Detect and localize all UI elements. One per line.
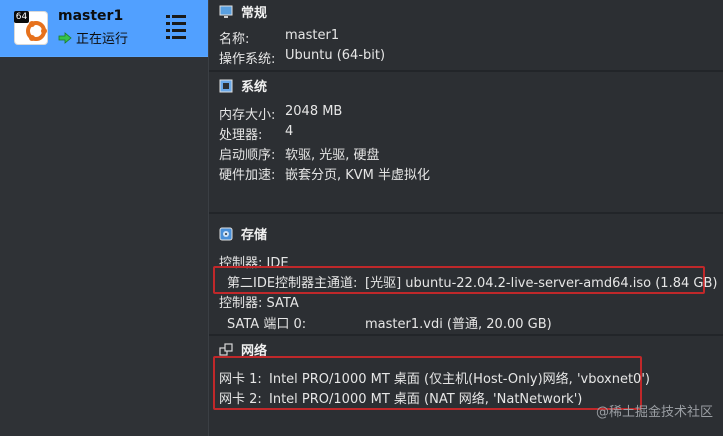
sata-port-label: SATA 端口 0: bbox=[227, 317, 307, 332]
storage-section-header[interactable]: 存储 bbox=[219, 224, 267, 243]
running-arrow-icon bbox=[58, 32, 72, 44]
vm-name: master1 bbox=[58, 8, 124, 24]
os-label: 操作系统: bbox=[219, 52, 276, 67]
vm-list-panel: 64 master1 正在运行 bbox=[0, 0, 209, 436]
arch-badge: 64 bbox=[14, 11, 29, 23]
system-title: 系统 bbox=[241, 80, 268, 95]
boot-order-label: 启动顺序: bbox=[219, 148, 276, 163]
storage-title: 存储 bbox=[241, 228, 268, 243]
details-panel: 常规 名称: master1 操作系统: Ubuntu (64-bit) 系统 … bbox=[209, 0, 723, 436]
details-menu-icon[interactable] bbox=[165, 13, 187, 39]
acceleration-label: 硬件加速: bbox=[219, 168, 276, 183]
memory-label: 内存大小: bbox=[219, 108, 276, 123]
monitor-icon bbox=[219, 5, 233, 18]
ubuntu-vm-icon: 64 bbox=[14, 11, 48, 45]
chip-icon bbox=[219, 79, 233, 93]
divider bbox=[209, 212, 723, 214]
sata-port-value: master1.vdi (普通, 20.00 GB) bbox=[365, 317, 552, 332]
network-icon bbox=[219, 343, 233, 356]
boot-order-value: 软驱, 光驱, 硬盘 bbox=[285, 148, 380, 163]
general-title: 常规 bbox=[241, 6, 268, 21]
general-section-header[interactable]: 常规 bbox=[219, 2, 267, 21]
system-section-header[interactable]: 系统 bbox=[219, 76, 267, 95]
divider bbox=[209, 70, 723, 72]
adapter-2-label: 网卡 2: bbox=[219, 392, 262, 407]
divider bbox=[209, 334, 723, 336]
name-value: master1 bbox=[285, 28, 340, 43]
processor-value: 4 bbox=[285, 124, 294, 139]
adapter-1-value: Intel PRO/1000 MT 桌面 (仅主机(Host-Only)网络, … bbox=[269, 372, 650, 387]
vm-list-item-master1[interactable]: 64 master1 正在运行 bbox=[0, 0, 208, 57]
adapter-2-value: Intel PRO/1000 MT 桌面 (NAT 网络, 'NatNetwor… bbox=[269, 392, 583, 407]
watermark: @稀土掘金技术社区 bbox=[595, 405, 713, 420]
controller-sata-label: 控制器: SATA bbox=[219, 296, 299, 311]
memory-value: 2048 MB bbox=[285, 104, 343, 119]
os-value: Ubuntu (64-bit) bbox=[285, 48, 386, 63]
ide-channel-value: [光驱] ubuntu-22.04.2-live-server-amd64.is… bbox=[365, 276, 718, 291]
vm-state-text: 正在运行 bbox=[76, 32, 129, 47]
name-label: 名称: bbox=[219, 32, 250, 47]
vm-state: 正在运行 bbox=[58, 28, 128, 47]
acceleration-value: 嵌套分页, KVM 半虚拟化 bbox=[285, 168, 431, 183]
ide-channel-label: 第二IDE控制器主通道: bbox=[227, 276, 358, 291]
adapter-1-label: 网卡 1: bbox=[219, 372, 262, 387]
processor-label: 处理器: bbox=[219, 128, 263, 143]
disk-icon bbox=[219, 227, 233, 241]
